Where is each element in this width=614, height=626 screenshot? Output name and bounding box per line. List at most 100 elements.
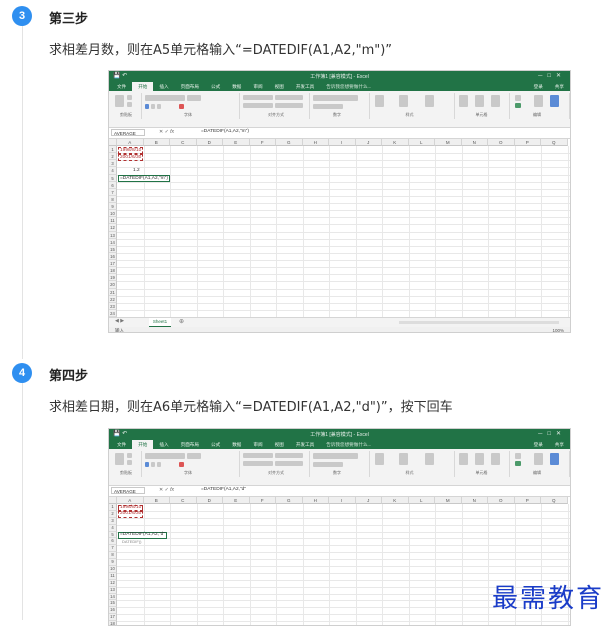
column-header[interactable]: P xyxy=(514,139,541,146)
row-header[interactable]: 1 xyxy=(109,504,117,511)
find-select-icon[interactable] xyxy=(550,453,559,465)
row-header[interactable]: 4 xyxy=(109,167,117,175)
ribbon-tab[interactable]: 审阅 xyxy=(247,82,268,91)
find-select-icon[interactable] xyxy=(550,95,559,107)
fx-icon[interactable]: ✕ ✓ fx xyxy=(159,129,174,135)
column-header[interactable]: P xyxy=(514,497,541,504)
row-header[interactable]: 8 xyxy=(109,552,117,560)
underline-icon[interactable] xyxy=(157,104,161,109)
row-header[interactable]: 3 xyxy=(109,160,117,168)
row-header[interactable]: 2 xyxy=(109,510,117,518)
row-header[interactable]: 7 xyxy=(109,545,117,553)
row-header[interactable]: 6 xyxy=(109,181,117,189)
column-header[interactable]: J xyxy=(355,139,382,146)
row-header[interactable]: 12 xyxy=(109,579,117,587)
font-selector[interactable] xyxy=(145,453,185,459)
window-controls-icon[interactable]: ─□✕ xyxy=(538,72,566,79)
cell-style-icon[interactable] xyxy=(425,95,434,107)
delete-icon[interactable] xyxy=(475,95,484,107)
ribbon-tab[interactable]: 插入 xyxy=(153,82,174,91)
name-box[interactable]: AVERAGE xyxy=(111,129,145,136)
ribbon-tab[interactable]: 数据 xyxy=(226,440,247,449)
cut-icon[interactable] xyxy=(127,95,132,100)
row-header[interactable]: 10 xyxy=(109,210,117,218)
row-header[interactable]: 9 xyxy=(109,203,117,211)
row-header[interactable]: 1 xyxy=(109,146,117,154)
column-header[interactable]: C xyxy=(170,497,197,504)
underline-icon[interactable] xyxy=(157,462,161,467)
ribbon-tab[interactable]: 视图 xyxy=(269,82,290,91)
row-header[interactable]: 19 xyxy=(109,274,117,282)
conditional-format-icon[interactable] xyxy=(375,453,384,465)
insert-icon[interactable] xyxy=(459,95,468,107)
copy-icon[interactable] xyxy=(127,102,132,107)
cut-icon[interactable] xyxy=(127,453,132,458)
ribbon-tab[interactable]: 页面布局 xyxy=(175,440,205,449)
sign-in-link[interactable]: 登录 xyxy=(528,440,549,449)
ribbon-tab[interactable]: 数据 xyxy=(226,82,247,91)
align-icon[interactable] xyxy=(243,95,273,100)
formula-tooltip[interactable]: DATEDIF() xyxy=(122,539,141,546)
italic-icon[interactable] xyxy=(151,462,155,467)
select-all[interactable] xyxy=(109,497,117,504)
formula-input[interactable]: =DATEDIF(A1,A2,"m") xyxy=(201,129,249,134)
row-header[interactable]: 11 xyxy=(109,572,117,580)
column-header[interactable]: I xyxy=(329,497,356,504)
cell-value[interactable]: 2001/6/30 xyxy=(118,153,144,161)
sign-in-link[interactable]: 登录 xyxy=(528,82,549,91)
paste-icon[interactable] xyxy=(115,453,124,465)
ribbon-tab[interactable]: 视图 xyxy=(269,440,290,449)
column-header[interactable]: H xyxy=(302,497,329,504)
row-header[interactable]: 17 xyxy=(109,260,117,268)
ribbon-tab[interactable]: 开发工具 xyxy=(290,82,320,91)
active-cell[interactable]: =DATEDIF(A1,A2,"m") xyxy=(118,175,170,183)
active-cell[interactable]: =DATEDIF(A1,A2,"d" xyxy=(118,532,168,539)
align-icon[interactable] xyxy=(243,103,273,108)
row-header[interactable]: 20 xyxy=(109,281,117,289)
share-button[interactable]: 共享 xyxy=(549,440,570,449)
row-header[interactable]: 2 xyxy=(109,153,117,161)
column-header[interactable]: Q xyxy=(541,497,568,504)
insert-icon[interactable] xyxy=(459,453,468,465)
name-box[interactable]: AVERAGE xyxy=(111,487,145,494)
fill-icon[interactable] xyxy=(515,103,521,108)
ribbon-tab[interactable]: 页面布局 xyxy=(175,82,205,91)
column-header[interactable]: K xyxy=(382,139,409,146)
column-header[interactable]: L xyxy=(408,139,435,146)
column-header[interactable]: I xyxy=(329,139,356,146)
sort-filter-icon[interactable] xyxy=(534,453,543,465)
number-format-icon[interactable] xyxy=(313,462,343,467)
row-header[interactable]: 3 xyxy=(109,517,117,525)
spreadsheet-grid[interactable]: A B C D E F G H I J K L M N O P Q 1 2 3 4 5 6 7 8 9 10 11 12 13 14 15 16… xyxy=(109,139,570,318)
select-all[interactable] xyxy=(109,139,117,146)
row-header[interactable]: 5 xyxy=(109,174,117,182)
row-header[interactable]: 18 xyxy=(109,267,117,275)
sheet-tab[interactable]: Sheet1 xyxy=(149,318,171,327)
column-header[interactable]: F xyxy=(249,497,276,504)
column-header[interactable]: A xyxy=(117,497,144,504)
bold-icon[interactable] xyxy=(145,462,149,467)
copy-icon[interactable] xyxy=(127,460,132,465)
ribbon-tab[interactable]: 开始 xyxy=(132,82,154,91)
align-icon[interactable] xyxy=(243,453,273,458)
font-color-icon[interactable] xyxy=(179,104,184,109)
row-header[interactable]: 14 xyxy=(109,593,117,601)
column-header[interactable]: D xyxy=(196,139,223,146)
ribbon-tab[interactable]: 插入 xyxy=(153,440,174,449)
font-selector[interactable] xyxy=(145,95,185,101)
row-header[interactable]: 21 xyxy=(109,288,117,296)
row-header[interactable]: 22 xyxy=(109,295,117,303)
font-size-selector[interactable] xyxy=(187,95,201,101)
number-format-selector[interactable] xyxy=(313,453,358,459)
share-button[interactable]: 共享 xyxy=(549,82,570,91)
row-header[interactable]: 8 xyxy=(109,195,117,203)
font-size-selector[interactable] xyxy=(187,453,201,459)
row-header[interactable]: 15 xyxy=(109,245,117,253)
cell-value[interactable]: 1998/8/10 xyxy=(118,146,144,154)
row-header[interactable]: 17 xyxy=(109,614,117,622)
ribbon-tab[interactable]: 开始 xyxy=(132,440,154,449)
ribbon-tab[interactable]: 开发工具 xyxy=(290,440,320,449)
column-header[interactable]: J xyxy=(355,497,382,504)
format-table-icon[interactable] xyxy=(399,95,408,107)
delete-icon[interactable] xyxy=(475,453,484,465)
